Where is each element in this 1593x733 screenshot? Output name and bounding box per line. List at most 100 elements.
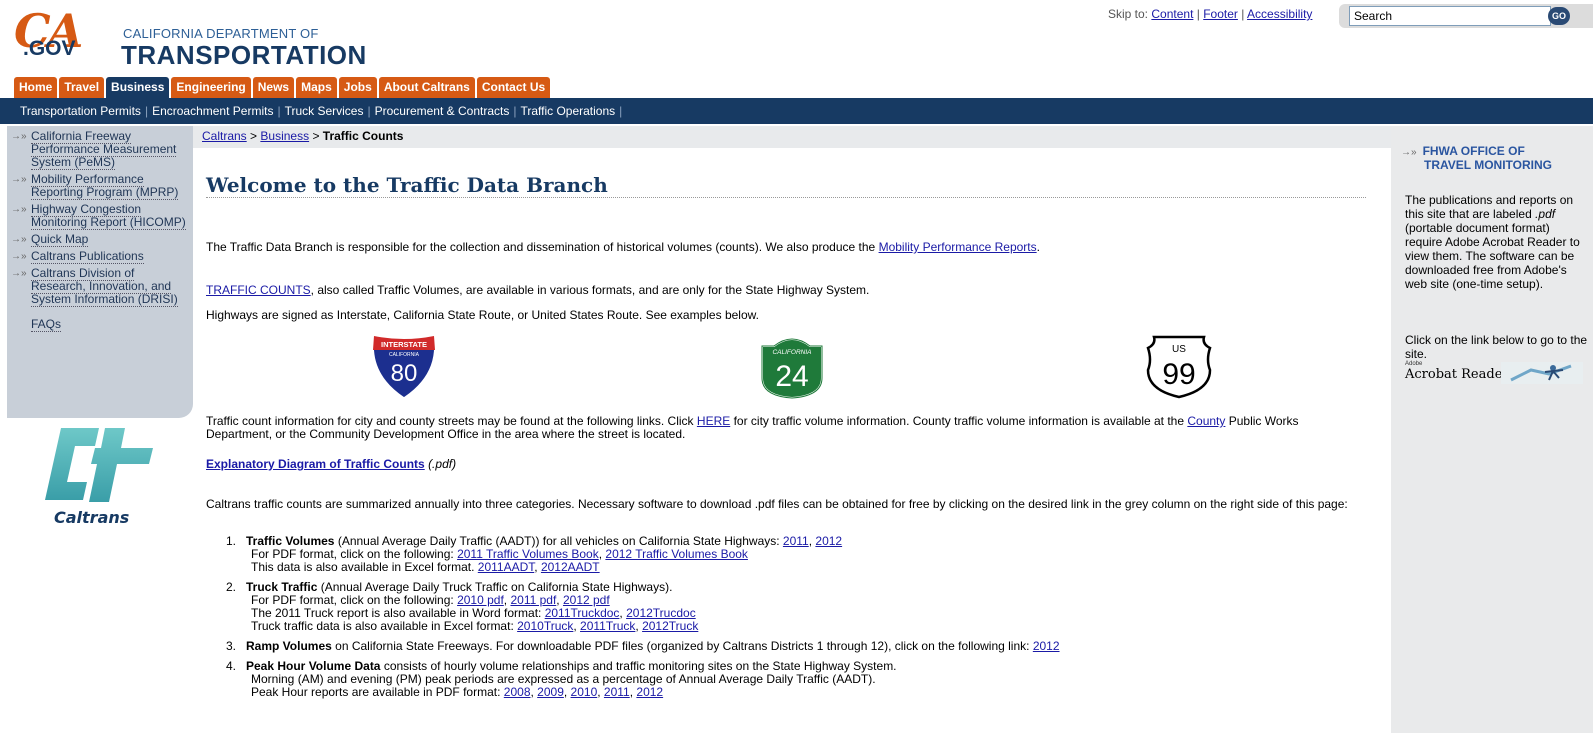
left-nav-label: Mobility Performance Reporting Program (…	[31, 172, 179, 200]
subline-text: For PDF format, click on the following:	[251, 593, 454, 607]
double-arrow-icon: →»	[11, 251, 27, 262]
ramp-2012-link[interactable]: 2012	[1033, 639, 1060, 653]
peak-2012-link[interactable]: 2012	[636, 685, 663, 699]
truck-excel-2012-link[interactable]: 2012Truck	[642, 619, 698, 633]
fhwa-line1: FHWA OFFICE OF	[1422, 144, 1525, 158]
volumes-book-2011-link[interactable]: 2011 Traffic Volumes Book	[457, 547, 599, 561]
svg-text:CALIFORNIA: CALIFORNIA	[389, 352, 420, 358]
breadcrumb-current: Traffic Counts	[322, 129, 404, 143]
list-number: 3.	[226, 639, 237, 653]
breadcrumb-business[interactable]: Business	[260, 129, 309, 143]
city-here-link[interactable]: HERE	[697, 414, 730, 428]
tab-maps[interactable]: Maps	[296, 77, 337, 98]
peak-2011-link[interactable]: 2011	[604, 685, 630, 699]
truck-doc-2012-link[interactable]: 2012Trucdoc	[626, 606, 696, 620]
subnav-encroachment-permits[interactable]: Encroachment Permits	[152, 104, 273, 118]
list-item-desc: (Annual Average Daily Truck Traffic on C…	[320, 580, 673, 594]
subnav-procurement-contracts[interactable]: Procurement & Contracts	[375, 104, 510, 118]
subline-text: This data is also available in Excel for…	[251, 560, 475, 574]
traffic-data-list: 1. Traffic Volumes (Annual Average Daily…	[226, 534, 1346, 706]
truck-excel-2011-link[interactable]: 2011Truck	[580, 619, 635, 633]
summary-paragraph: Caltrans traffic counts are summarized a…	[206, 497, 1348, 511]
breadcrumb-separator: >	[250, 129, 258, 143]
left-nav-item-quick-map[interactable]: →» Quick Map	[7, 232, 193, 247]
breadcrumb-separator: >	[312, 129, 320, 143]
aadt-excel-2012-link[interactable]: 2012AADT	[541, 560, 600, 574]
tab-contact-us[interactable]: Contact Us	[476, 77, 551, 98]
diagram-pdf-note: (.pdf)	[428, 457, 457, 471]
list-item-title: Ramp Volumes	[246, 639, 332, 653]
left-nav-label: Caltrans Division of Research, Innovatio…	[31, 266, 178, 307]
tab-jobs[interactable]: Jobs	[338, 77, 377, 98]
breadcrumb-caltrans[interactable]: Caltrans	[202, 129, 247, 143]
subline-text: The 2011 Truck report is also available …	[251, 606, 542, 620]
skip-to-links: Skip to: Content | Footer | Accessibilit…	[1108, 7, 1313, 21]
left-nav-item-pems[interactable]: →» California Freeway Performance Measur…	[7, 129, 193, 170]
tab-home[interactable]: Home	[14, 77, 58, 98]
tab-about-caltrans[interactable]: About Caltrans	[378, 77, 475, 98]
left-nav-list: →» California Freeway Performance Measur…	[7, 126, 193, 332]
skip-to-label: Skip to:	[1108, 7, 1149, 21]
title-divider	[206, 197, 1366, 198]
subnav-truck-services[interactable]: Truck Services	[285, 104, 364, 118]
left-nav-item-faqs[interactable]: FAQs	[7, 317, 193, 332]
skip-accessibility-link[interactable]: Accessibility	[1247, 7, 1312, 21]
truck-excel-2010-link[interactable]: 2010Truck	[517, 619, 573, 633]
traffic-counts-text: , also called Traffic Volumes, are avail…	[310, 283, 870, 297]
subnav-transportation-permits[interactable]: Transportation Permits	[20, 104, 141, 118]
volumes-book-2012-link[interactable]: 2012 Traffic Volumes Book	[605, 547, 748, 561]
skip-footer-link[interactable]: Footer	[1203, 7, 1238, 21]
list-item-truck-traffic: 2. Truck Traffic (Annual Average Daily T…	[226, 580, 1346, 633]
left-nav-item-drisi[interactable]: →» Caltrans Division of Research, Innova…	[7, 266, 193, 307]
peak-2009-link[interactable]: 2009	[537, 685, 564, 699]
left-nav-item-publications[interactable]: →» Caltrans Publications	[7, 249, 193, 264]
aadt-2011-link[interactable]: 2011	[783, 534, 809, 548]
double-arrow-icon: →»	[1401, 147, 1417, 158]
subline-text: Peak Hour reports are available in PDF f…	[251, 685, 501, 699]
svg-text:CALIFORNIA: CALIFORNIA	[772, 349, 811, 356]
aadt-excel-2011-link[interactable]: 2011AADT	[478, 560, 534, 574]
list-item-peak-hour: 4. Peak Hour Volume Data consists of hou…	[226, 659, 1346, 699]
explanatory-diagram-link[interactable]: Explanatory Diagram of Traffic Counts	[206, 457, 425, 471]
city-county-text-a: Traffic count information for city and c…	[206, 414, 694, 428]
double-arrow-icon: →»	[11, 268, 27, 279]
peak-2008-link[interactable]: 2008	[504, 685, 531, 699]
acrobat-reader-button[interactable]: Adobe Acrobat Reader	[1405, 361, 1585, 384]
search-go-button[interactable]: GO	[1548, 7, 1570, 25]
county-link[interactable]: County	[1187, 414, 1225, 428]
tab-engineering[interactable]: Engineering	[171, 77, 251, 98]
traffic-counts-link[interactable]: TRAFFIC COUNTS	[206, 283, 311, 297]
mobility-reports-link[interactable]: Mobility Performance Reports	[879, 240, 1037, 254]
svg-text:80: 80	[391, 360, 418, 387]
fhwa-link[interactable]: →» FHWA OFFICE OF TRAVEL MONITORING	[1401, 145, 1552, 172]
subnav-traffic-operations[interactable]: Traffic Operations	[520, 104, 615, 118]
tab-business[interactable]: Business	[106, 77, 170, 98]
list-item-title: Peak Hour Volume Data	[246, 659, 381, 673]
double-arrow-icon: →»	[11, 131, 27, 142]
list-number: 4.	[226, 659, 237, 673]
truck-pdf-2011-link[interactable]: 2011 pdf	[510, 593, 556, 607]
tab-travel[interactable]: Travel	[59, 77, 105, 98]
acrobat-runner-icon	[1501, 362, 1583, 384]
left-sidebar: →» California Freeway Performance Measur…	[7, 126, 193, 418]
diagram-paragraph: Explanatory Diagram of Traffic Counts (.…	[206, 458, 1356, 471]
aadt-2012-link[interactable]: 2012	[815, 534, 842, 548]
california-24-shield-icon: CALIFORNIA 24	[761, 338, 823, 400]
logo-dept-title: TRANSPORTATION	[121, 40, 367, 70]
acrobat-link-hint: Click on the link below to go to the sit…	[1405, 333, 1588, 361]
left-nav-label: Quick Map	[31, 232, 89, 247]
pdf-info-text: The publications and reports on this sit…	[1405, 193, 1590, 291]
ca-gov-logo[interactable]: CA .GOV CALIFORNIA DEPARTMENT OF TRANSPO…	[14, 6, 414, 70]
left-nav-item-mprp[interactable]: →» Mobility Performance Reporting Progra…	[7, 172, 193, 200]
truck-pdf-2010-link[interactable]: 2010 pdf	[457, 593, 504, 607]
skip-content-link[interactable]: Content	[1151, 7, 1193, 21]
left-nav-label: California Freeway Performance Measureme…	[31, 129, 177, 170]
list-number: 2.	[226, 580, 237, 594]
left-nav-item-hicomp[interactable]: →» Highway Congestion Monitoring Report …	[7, 202, 193, 230]
truck-pdf-2012-link[interactable]: 2012 pdf	[563, 593, 610, 607]
breadcrumb: Caltrans > Business > Traffic Counts	[193, 126, 1391, 148]
search-input[interactable]	[1349, 6, 1551, 26]
peak-2010-link[interactable]: 2010	[571, 685, 598, 699]
tab-news[interactable]: News	[252, 77, 295, 98]
truck-doc-2011-link[interactable]: 2011Truckdoc	[545, 606, 620, 620]
